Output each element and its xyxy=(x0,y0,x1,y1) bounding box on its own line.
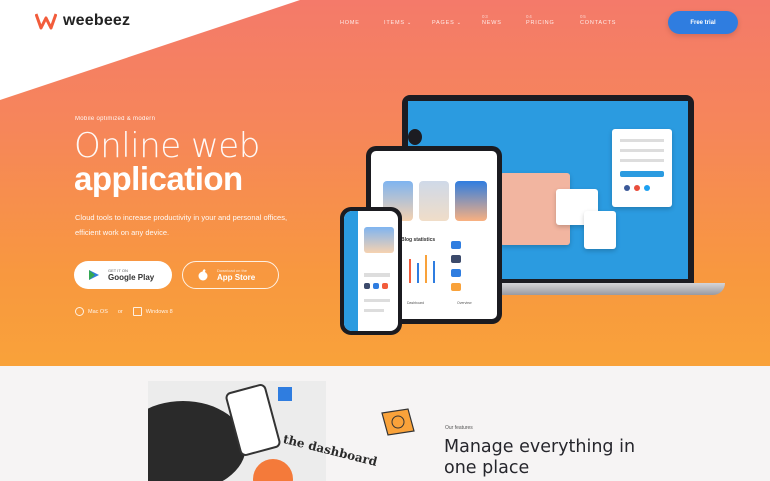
tablet-heading: Blog statistics xyxy=(401,237,436,243)
platform-windows: Windows 8 xyxy=(132,307,173,316)
logo[interactable]: weebeez xyxy=(35,12,130,30)
laptop-login-card xyxy=(612,129,672,207)
platform-separator: or xyxy=(117,308,123,315)
nav-item-contacts[interactable]: 05 CONTACTS xyxy=(580,14,640,26)
tablet-footer-right: Overview xyxy=(457,301,472,305)
laptop-qr-card xyxy=(584,211,616,249)
google-play-button[interactable]: GET IT ON Google Play xyxy=(74,261,172,289)
illustration-blue-square xyxy=(278,387,292,401)
nav-item-pages[interactable]: PAGES xyxy=(432,14,482,26)
features-eyebrow: Our features xyxy=(445,425,473,431)
platforms: Mac OS or Windows 8 xyxy=(75,307,173,316)
app-store-small: Download on the xyxy=(217,268,248,273)
hero-title-bold: application xyxy=(74,160,243,197)
logo-w-icon xyxy=(35,13,57,30)
illustration-orange-circle xyxy=(253,459,293,481)
tablet-card-3 xyxy=(455,181,487,221)
apple-icon xyxy=(198,269,208,281)
features-heading: Manage everything in one place xyxy=(444,437,636,478)
google-play-icon xyxy=(89,270,99,280)
apple-icon xyxy=(75,307,84,316)
nav-item-items[interactable]: ITEMS xyxy=(384,14,432,26)
nav-item-pricing[interactable]: 04 PRICING xyxy=(526,14,580,26)
phone-mockup xyxy=(340,207,402,335)
thumbs-up-badge-icon xyxy=(381,408,415,436)
tablet-footer-left: Dashboard xyxy=(407,301,425,305)
platform-mac: Mac OS xyxy=(75,307,108,316)
free-trial-button[interactable]: Free trial xyxy=(668,11,738,34)
phone-image xyxy=(364,227,394,253)
logo-text: weebeez xyxy=(63,12,131,29)
nav-item-home[interactable]: HOME xyxy=(340,14,384,26)
tablet-card-2 xyxy=(419,181,449,221)
windows-icon xyxy=(132,307,142,316)
main-nav: HOME ITEMS PAGES 03 NEWS 04 PRICING 05 C… xyxy=(340,14,640,26)
dashboard-illustration xyxy=(148,381,326,481)
phone-screen xyxy=(344,211,398,331)
laptop-avatar xyxy=(408,129,422,145)
google-play-small: GET IT ON xyxy=(108,268,128,273)
hero-section: weebeez HOME ITEMS PAGES 03 NEWS 04 PRIC… xyxy=(0,0,770,366)
google-play-label: Google Play xyxy=(108,273,155,282)
hero-description: Cloud tools to increase productivity in … xyxy=(75,213,288,237)
app-store-button[interactable]: Download on the App Store xyxy=(182,261,279,289)
hero-eyebrow: Mobile optimized & modern xyxy=(75,116,156,122)
app-store-label: App Store xyxy=(217,273,256,282)
nav-item-news[interactable]: 03 NEWS xyxy=(482,14,526,26)
phone-sidebar xyxy=(344,211,358,331)
